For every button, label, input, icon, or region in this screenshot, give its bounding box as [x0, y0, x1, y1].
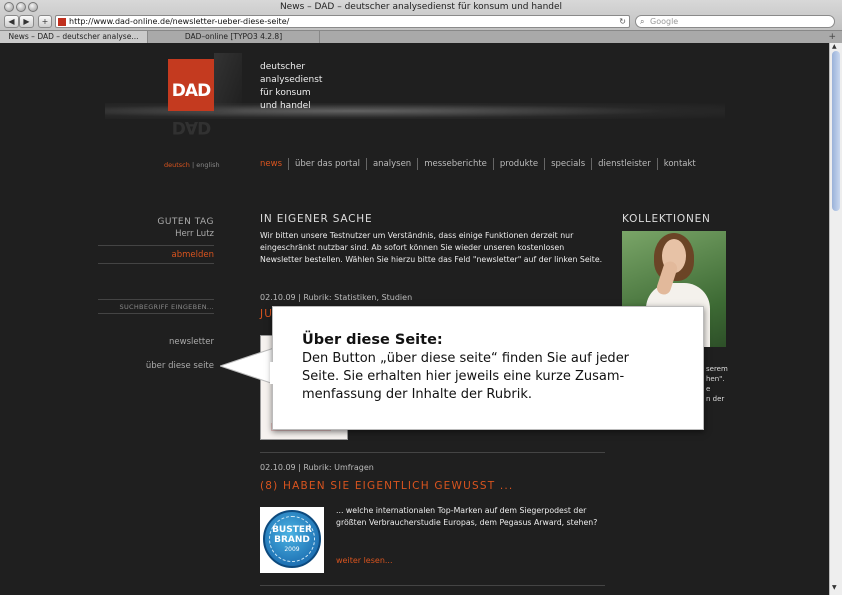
language-switch: deutsch | english: [164, 161, 220, 169]
read-more-link[interactable]: weiter lesen...: [336, 556, 393, 565]
collection-line: n der: [706, 395, 725, 403]
collection-line: hen".: [706, 375, 725, 383]
callout-body: Den Button „über diese seite“ finden Sie…: [302, 351, 630, 402]
callout-pointer-joint: [270, 362, 276, 384]
nav-news[interactable]: news: [260, 158, 289, 170]
divider: [260, 585, 605, 586]
scroll-up-icon[interactable]: ▲: [832, 43, 837, 50]
divider: [260, 452, 605, 453]
callout-title: Über diese Seite:: [302, 332, 443, 348]
badge-line: 2009: [284, 546, 300, 553]
main-navigation: news über das portal analysen messeberichte…: [260, 158, 702, 170]
nav-specials[interactable]: specials: [545, 158, 593, 170]
browser-toolbar: ◀ ▶ + http://www.dad-online.de/newslette…: [0, 14, 842, 30]
lang-english[interactable]: english: [196, 161, 219, 169]
brand-line: und handel: [260, 101, 311, 111]
reload-icon[interactable]: ↻: [619, 16, 626, 27]
tab-news[interactable]: News – DAD – deutscher analyse...: [0, 31, 148, 43]
url-text: http://www.dad-online.de/newsletter-uebe…: [69, 17, 290, 26]
collection-line: serem: [706, 365, 728, 373]
article-meta: 02.10.09 | Rubrik: Umfragen: [260, 463, 374, 472]
nav-kontakt[interactable]: kontakt: [658, 158, 702, 170]
collection-line: e: [706, 385, 711, 393]
forward-arrow-icon: ▶: [23, 17, 30, 26]
divider: [98, 313, 214, 314]
close-window-button[interactable]: [4, 2, 14, 12]
vertical-scrollbar[interactable]: ▲ ▼: [829, 43, 842, 595]
zoom-window-button[interactable]: [28, 2, 38, 12]
article-meta: 02.10.09 | Rubrik: Statistiken, Studien: [260, 293, 413, 302]
nav-about-portal[interactable]: über das portal: [289, 158, 367, 170]
nav-analysen[interactable]: analysen: [367, 158, 419, 170]
scroll-thumb[interactable]: [832, 51, 840, 211]
buster-brand-badge[interactable]: BUSTER BRAND 2009: [260, 507, 324, 573]
nav-messeberichte[interactable]: messeberichte: [418, 158, 494, 170]
sidebar-item-about-page[interactable]: über diese seite: [98, 361, 214, 371]
sidebar-item-newsletter[interactable]: newsletter: [98, 337, 214, 347]
site-favicon: [58, 18, 66, 26]
brand-tagline: deutscher analysedienst für konsum und h…: [260, 61, 322, 113]
lang-separator: |: [191, 161, 195, 169]
window-title: News – DAD – deutscher analysedienst für…: [279, 2, 563, 12]
sidebar-search-input[interactable]: SUCHBEGRIFF EINGEBEN...: [98, 303, 214, 311]
nav-dienstleister[interactable]: dienstleister: [592, 158, 658, 170]
address-bar[interactable]: http://www.dad-online.de/newsletter-uebe…: [55, 15, 630, 28]
plus-icon: +: [41, 17, 49, 26]
badge-line: BUSTER: [272, 525, 312, 535]
tab-bar: News – DAD – deutscher analyse... DAD–on…: [0, 30, 842, 43]
browser-chrome: News – DAD – deutscher analysedienst für…: [0, 0, 842, 43]
logout-link[interactable]: abmelden: [98, 250, 215, 260]
forward-button[interactable]: ▶: [19, 15, 34, 28]
back-button[interactable]: ◀: [4, 15, 19, 28]
search-placeholder: Google: [650, 17, 679, 26]
notice-text: Wir bitten unsere Testnutzer um Verständ…: [260, 231, 603, 264]
back-arrow-icon: ◀: [8, 17, 15, 26]
divider: [98, 299, 214, 300]
greeting: GUTEN TAG: [157, 217, 214, 227]
nav-produkte[interactable]: produkte: [494, 158, 546, 170]
tab-typo3[interactable]: DAD–online [TYPO3 4.2.8]: [148, 31, 320, 43]
notice-heading: IN EIGENER SACHE: [260, 213, 373, 225]
minimize-window-button[interactable]: [16, 2, 26, 12]
search-field[interactable]: ⌕ Google: [635, 15, 835, 28]
brand-line: für konsum: [260, 88, 311, 98]
collections-heading: KOLLEKTIONEN: [622, 213, 711, 225]
username: Herr Lutz: [175, 229, 214, 239]
divider: [98, 263, 214, 264]
brand-line: deutscher: [260, 62, 306, 72]
divider: [98, 245, 214, 246]
add-bookmark-button[interactable]: +: [38, 15, 52, 28]
dad-logo[interactable]: DAD: [168, 59, 214, 111]
article-headline[interactable]: (8) HABEN SIE EIGENTLICH GEWUSST ...: [260, 480, 513, 492]
article-teaser: ... welche internationalen Top-Marken au…: [336, 506, 598, 527]
search-icon: ⌕: [640, 17, 645, 26]
lang-deutsch[interactable]: deutsch: [164, 161, 190, 169]
new-tab-icon[interactable]: +: [828, 31, 836, 43]
logo-reflection: DAD: [171, 117, 211, 137]
brand-line: analysedienst: [260, 75, 323, 85]
scroll-down-icon[interactable]: ▼: [832, 584, 837, 591]
collection-text: serem hen". e n der: [706, 364, 728, 404]
logo-shadow: [214, 53, 242, 113]
badge-line: BRAND: [274, 535, 310, 545]
